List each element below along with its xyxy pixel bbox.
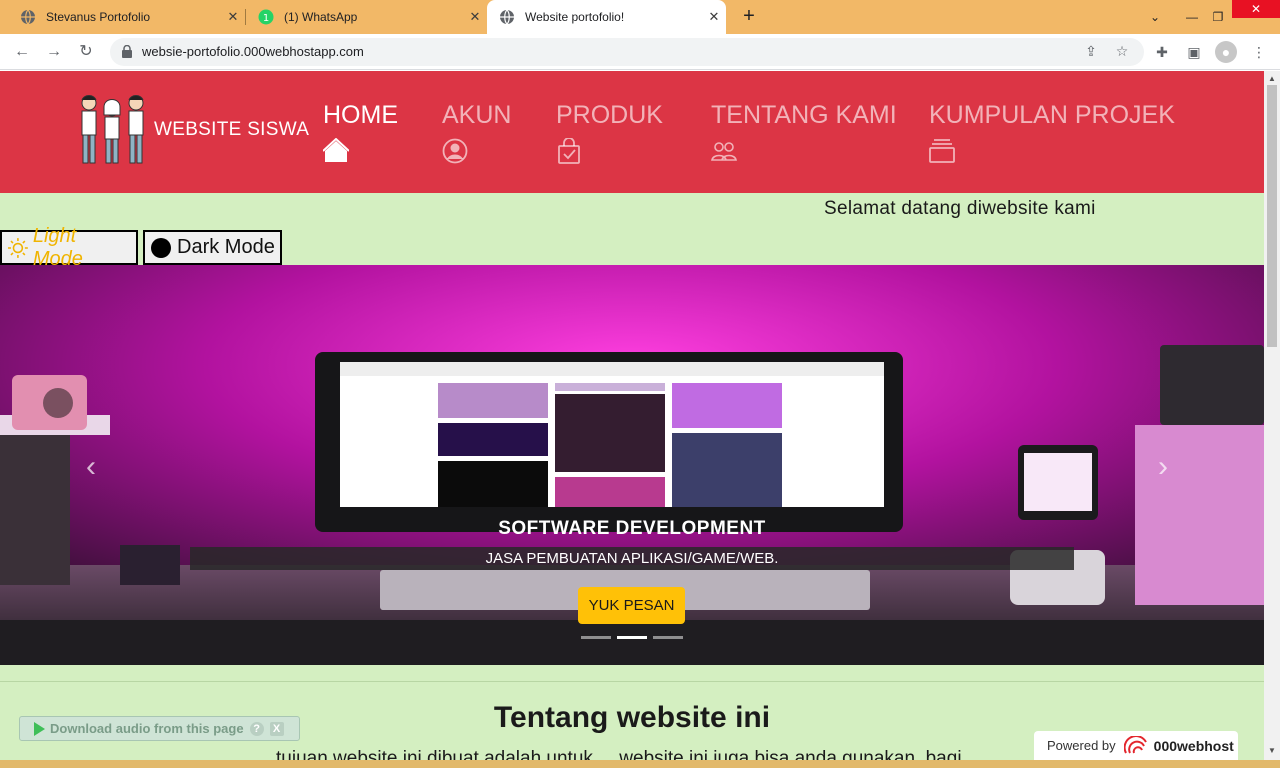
- window-close-button[interactable]: ✕: [1232, 0, 1280, 18]
- light-mode-button[interactable]: Light Mode: [0, 225, 138, 270]
- carousel-indicator[interactable]: [581, 636, 611, 639]
- dark-mode-label: Dark Mode: [177, 236, 275, 258]
- dark-circle-icon: [151, 237, 171, 258]
- welcome-marquee: Selamat datang diwebsite kami: [824, 198, 1096, 219]
- carousel-indicators: [581, 636, 683, 639]
- profile-icon[interactable]: ●: [1215, 41, 1237, 63]
- whatsapp-icon: 1: [258, 9, 274, 25]
- carousel-indicator-active[interactable]: [617, 636, 647, 639]
- restore-button[interactable]: ❐: [1206, 0, 1230, 34]
- order-button[interactable]: YUK PESAN: [578, 587, 685, 624]
- tab-title: (1) WhatsApp: [284, 10, 358, 24]
- sun-icon: [7, 237, 28, 258]
- carousel-next-button[interactable]: ›: [1158, 450, 1168, 484]
- nav-produk[interactable]: PRODUK: [556, 101, 663, 169]
- minimize-button[interactable]: —: [1180, 0, 1204, 34]
- light-mode-label: Light Mode: [32, 224, 83, 270]
- scroll-down-arrow[interactable]: ▼: [1268, 746, 1276, 755]
- host-name: 000webhost: [1153, 737, 1234, 754]
- scrollbar-thumb[interactable]: [1267, 85, 1277, 347]
- close-icon[interactable]: ✕: [463, 9, 487, 25]
- close-icon[interactable]: X: [269, 721, 284, 736]
- hero-carousel: ‹ › SOFTWARE DEVELOPMENT JASA PEMBUATAN …: [0, 265, 1264, 665]
- tab-website-portofolio[interactable]: Website portofolio! ✕: [487, 0, 726, 34]
- nav-label: TENTANG KAMI: [711, 101, 897, 129]
- download-audio-bar[interactable]: Download audio from this page ? X: [19, 716, 300, 741]
- extensions-icon[interactable]: ✚: [1151, 41, 1173, 63]
- globe-icon: [500, 9, 514, 25]
- help-icon[interactable]: ?: [249, 721, 264, 736]
- tab-title: Website portofolio!: [525, 10, 625, 24]
- scroll-up-arrow[interactable]: ▲: [1268, 74, 1276, 83]
- site-brand[interactable]: WEBSITE SISWA: [154, 119, 309, 141]
- nav-home[interactable]: HOME: [322, 101, 398, 169]
- people-icon: [711, 142, 737, 161]
- close-icon[interactable]: ✕: [702, 9, 726, 25]
- tab-stevanus-portofolio[interactable]: Stevanus Portofolio ✕: [0, 0, 245, 34]
- nav-label: AKUN: [442, 101, 512, 129]
- about-text: tujuan website ini dibuat adalah untuk .…: [276, 748, 962, 760]
- os-taskbar: [0, 760, 1280, 768]
- share-icon[interactable]: ⇪: [1082, 43, 1100, 61]
- menu-icon[interactable]: ⋮: [1248, 41, 1270, 63]
- dark-mode-button[interactable]: Dark Mode: [143, 230, 282, 265]
- carousel-indicator[interactable]: [653, 636, 683, 639]
- download-audio-label[interactable]: Download audio from this page: [50, 721, 244, 736]
- section-divider: [0, 681, 1264, 682]
- nav-akun[interactable]: AKUN: [442, 101, 511, 169]
- omnibox[interactable]: websie-portofolio.000webhostapp.com ⇪ ☆: [110, 38, 1144, 66]
- url-text[interactable]: websie-portofolio.000webhostapp.com: [142, 44, 364, 59]
- tab-search-icon[interactable]: ⌄: [1142, 0, 1168, 34]
- tab-title: Stevanus Portofolio: [46, 10, 151, 24]
- page-viewport: WEBSITE SISWA HOME AKUN PRODUK TENTANG K…: [0, 71, 1264, 760]
- globe-icon: [21, 9, 35, 25]
- carousel-prev-button[interactable]: ‹: [86, 450, 96, 484]
- play-icon: [34, 721, 45, 736]
- side-panel-icon[interactable]: ▣: [1183, 41, 1205, 63]
- reload-button[interactable]: ↻: [74, 40, 98, 64]
- powered-by-badge[interactable]: Powered by 000webhost: [1034, 731, 1238, 760]
- bag-check-icon: [558, 137, 580, 164]
- nav-tentang-kami[interactable]: TENTANG KAMI: [711, 101, 897, 169]
- star-icon[interactable]: ☆: [1113, 43, 1131, 61]
- site-navbar: WEBSITE SISWA HOME AKUN PRODUK TENTANG K…: [0, 71, 1264, 193]
- new-tab-button[interactable]: +: [738, 5, 760, 27]
- browser-tab-strip: Stevanus Portofolio ✕ 1 (1) WhatsApp ✕ W…: [0, 0, 1280, 34]
- nav-kumpulan-projek[interactable]: KUMPULAN PROJEK: [929, 101, 1175, 169]
- svg-text:1: 1: [263, 13, 269, 24]
- powered-by-label: Powered by: [1047, 738, 1116, 753]
- collection-icon: [929, 139, 955, 163]
- lock-icon: [122, 45, 132, 58]
- carousel-caption-subtitle: JASA PEMBUATAN APLIKASI/GAME/WEB.: [190, 547, 1074, 570]
- students-logo[interactable]: [76, 91, 152, 169]
- carousel-caption-title: SOFTWARE DEVELOPMENT: [498, 518, 766, 539]
- back-button[interactable]: ←: [10, 40, 34, 64]
- tab-whatsapp[interactable]: 1 (1) WhatsApp ✕: [238, 0, 487, 34]
- home-icon: [322, 137, 350, 162]
- forward-button[interactable]: →: [42, 40, 66, 64]
- page-scrollbar[interactable]: ▲ ▼: [1264, 71, 1280, 760]
- nav-label: PRODUK: [556, 101, 663, 129]
- address-bar: ← → ↻ websie-portofolio.000webhostapp.co…: [0, 34, 1280, 70]
- webhost-logo-icon: [1123, 735, 1147, 753]
- nav-label: HOME: [323, 101, 398, 129]
- nav-label: KUMPULAN PROJEK: [929, 101, 1175, 129]
- person-circle-icon: [442, 138, 468, 164]
